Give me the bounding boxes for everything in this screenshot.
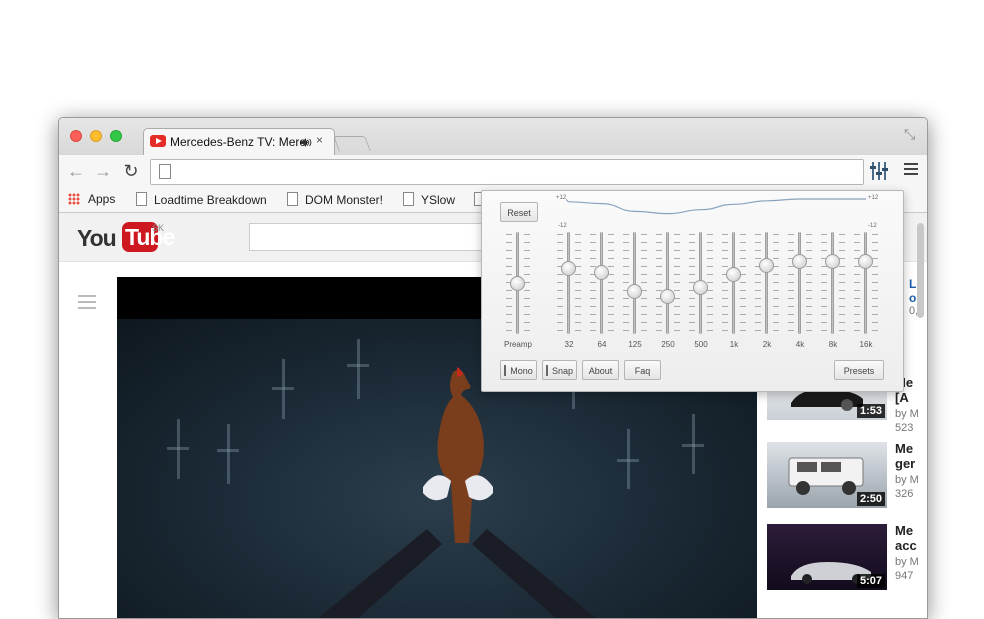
band-slider-4k-label: 4k [795,340,805,349]
guide-menu-icon[interactable] [78,295,96,313]
back-button[interactable]: ← [66,161,86,182]
tab-mercedes-benz-tv[interactable]: Mercedes-Benz TV: Mercedes-Benz × [143,128,335,156]
speaker-icon [300,135,312,153]
band-slider-32-label: 32 [564,340,574,349]
page-icon [136,192,147,206]
curve-scale-bottom-right: -12 [868,223,877,229]
page-scrollbar[interactable] [917,223,924,318]
slider-track[interactable] [831,232,834,334]
slider-knob[interactable] [510,276,525,291]
apps-icon [68,193,80,205]
new-tab-button[interactable] [333,136,371,151]
equalizer-popup: Reset +12 +12 -12 -12 Preamp 32 64 125 250 50… [481,190,904,392]
video-title[interactable]: Me acc [895,523,925,553]
snap-button[interactable]: Snap [542,360,577,380]
band-slider-8k[interactable] [818,232,848,334]
slider-knob[interactable] [693,280,708,295]
band-slider-250-label: 250 [661,340,675,349]
address-bar[interactable]: ☆ [150,159,864,185]
about-button[interactable]: About [582,360,619,380]
band-slider-16k-label: 16k [859,340,873,349]
band-slider-500-label: 500 [694,340,708,349]
equalizer-extension-icon[interactable] [869,161,889,181]
video-duration: 2:50 [856,492,885,506]
slider-track[interactable] [732,232,735,334]
bookmark-star-icon[interactable]: ☆ [927,161,928,184]
band-slider-8k-label: 8k [828,340,838,349]
tab-title: Mercedes-Benz TV: Mercedes-Benz [170,135,308,149]
band-slider-2k[interactable] [752,232,782,334]
band-slider-1k-label: 1k [729,340,739,349]
presets-button[interactable]: Presets [834,360,884,380]
youtube-search-input[interactable] [249,223,501,251]
page-icon [403,192,414,206]
video-duration: 1:53 [856,404,885,418]
video-meta: by M 326 [895,474,919,500]
bookmark-loadtime-breakdown[interactable]: Loadtime Breakdown [136,192,267,208]
toggle-indicator [545,365,548,376]
page-icon [159,164,171,179]
slider-knob[interactable] [594,265,609,280]
video-thumbnail[interactable]: 2:50 [767,442,887,508]
arms-image [318,529,596,618]
mono-button[interactable]: Mono [500,360,537,380]
toggle-indicator [504,365,507,376]
band-slider-16k[interactable] [851,232,881,334]
page-icon [287,192,298,206]
youtube-logo-you[interactable]: You [77,225,117,252]
bookmark-dom-monster[interactable]: DOM Monster! [287,192,383,208]
band-slider-125[interactable] [620,232,650,334]
reset-button[interactable]: Reset [500,202,538,222]
band-slider-1k[interactable] [719,232,749,334]
slider-knob[interactable] [726,267,741,282]
slider-track[interactable] [600,232,603,334]
toolbar: ← → ↻ ☆ [59,155,927,188]
fullscreen-icon[interactable]: ⤡ [904,126,915,143]
title-bar: Mercedes-Benz TV: Mercedes-Benz × ⤡ [59,118,927,156]
band-slider-125-label: 125 [628,340,642,349]
band-slider-250[interactable] [653,232,683,334]
curve-scale-top-right: +12 [868,195,879,201]
slider-knob[interactable] [858,254,873,269]
slider-track[interactable] [798,232,801,334]
faq-button[interactable]: Faq [624,360,661,380]
slider-knob[interactable] [825,254,840,269]
slider-track[interactable] [765,232,768,334]
youtube-favicon-icon [150,135,166,147]
band-slider-2k-label: 2k [762,340,772,349]
preamp-slider-label: Preamp [503,340,532,349]
close-window-button[interactable] [70,130,82,142]
band-slider-64[interactable] [587,232,617,334]
minimize-window-button[interactable] [90,130,102,142]
slider-knob[interactable] [660,289,675,304]
zoom-window-button[interactable] [110,130,122,142]
bookmark-yslow[interactable]: YSlow [403,192,455,208]
forward-button[interactable]: → [93,161,113,182]
slider-track[interactable] [633,232,636,334]
eq-response-curve [566,198,866,215]
slider-knob[interactable] [792,254,807,269]
band-slider-500[interactable] [686,232,716,334]
slider-knob[interactable] [627,284,642,299]
video-duration: 5:07 [856,574,885,588]
slider-track[interactable] [567,232,570,334]
tab-close-icon[interactable]: × [316,133,323,147]
slider-knob[interactable] [759,258,774,273]
band-slider-32[interactable] [554,232,584,334]
bookmark-apps[interactable]: Apps [68,192,115,207]
video-title[interactable]: Me ger [895,441,925,471]
band-slider-64-label: 64 [597,340,607,349]
chrome-menu-icon[interactable] [904,163,918,178]
youtube-region: SK [152,223,165,233]
video-thumbnail[interactable]: 5:07 [767,524,887,590]
slider-knob[interactable] [561,261,576,276]
reload-button[interactable]: ↻ [121,161,141,182]
preamp-slider[interactable] [503,232,533,334]
slider-track[interactable] [864,232,867,334]
video-meta: by M 523 [895,408,919,434]
curve-scale-top-left: +12 [556,195,567,201]
slider-track[interactable] [666,232,669,334]
video-meta: by M 947 [895,556,919,582]
band-slider-4k[interactable] [785,232,815,334]
